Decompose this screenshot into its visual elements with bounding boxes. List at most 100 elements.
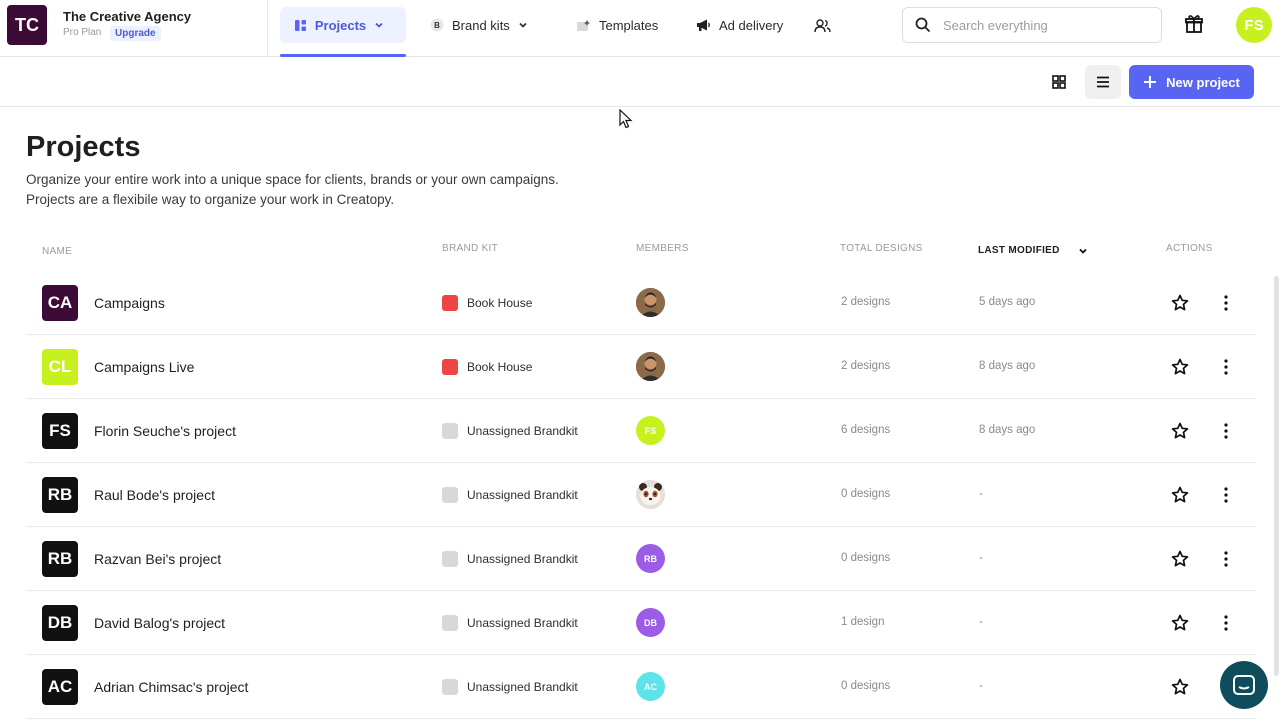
- projects-toolbar: New project: [0, 57, 1280, 107]
- member-avatar[interactable]: DB: [636, 608, 665, 637]
- brand-kit-swatch: [442, 615, 458, 631]
- new-project-button[interactable]: New project: [1129, 65, 1254, 99]
- organization-switcher[interactable]: TC The Creative Agency Pro Plan Upgrade: [0, 0, 268, 56]
- design-count: 2 designs: [841, 360, 891, 372]
- table-row[interactable]: CA Campaigns Book House 2 designs 5 days ago: [26, 271, 1256, 335]
- project-avatar: RB: [42, 541, 78, 577]
- project-avatar: AC: [42, 669, 78, 705]
- page-description: Organize your entire work into a unique …: [26, 170, 559, 210]
- brand-kit-name: Unassigned Brandkit: [467, 552, 578, 566]
- brand-kit-swatch: [442, 295, 458, 311]
- tab-projects-label: Projects: [314, 17, 367, 33]
- design-count: 6 designs: [841, 424, 891, 436]
- table-row[interactable]: AC Adrian Chimsac's project Unassigned Bra…: [26, 655, 1256, 719]
- design-count: 2 designs: [841, 296, 891, 308]
- last-modified: -: [979, 488, 983, 500]
- plan-label: Pro Plan: [63, 27, 102, 38]
- member-avatar[interactable]: [636, 352, 665, 381]
- tab-templates[interactable]: Templates: [576, 7, 658, 43]
- more-options-icon[interactable]: [1219, 550, 1233, 573]
- gift-icon[interactable]: [1184, 14, 1204, 39]
- more-options-icon[interactable]: [1219, 486, 1233, 509]
- more-options-icon[interactable]: [1219, 294, 1233, 317]
- project-avatar: RB: [42, 477, 78, 513]
- top-navigation-bar: TC The Creative Agency Pro Plan Upgrade …: [0, 0, 1280, 57]
- table-row[interactable]: FS Florin Seuche's project Unassigned Bran…: [26, 399, 1256, 463]
- table-row[interactable]: RB Razvan Bei's project Unassigned Brandki…: [26, 527, 1256, 591]
- list-view-button[interactable]: [1085, 65, 1121, 99]
- chat-support-button[interactable]: [1220, 661, 1268, 709]
- member-avatar[interactable]: AC: [636, 672, 665, 701]
- page-title: Projects: [26, 131, 141, 163]
- design-count: 1 design: [841, 616, 885, 628]
- design-count: 0 designs: [841, 680, 891, 692]
- search-icon: [915, 17, 931, 33]
- description-line: Organize your entire work into a unique …: [26, 172, 559, 187]
- chevron-down-icon: [375, 22, 383, 28]
- brand-kit-swatch: [442, 487, 458, 503]
- templates-icon: [577, 19, 590, 31]
- tab-brand-kits-label: Brand kits: [452, 17, 510, 33]
- grid-icon: [1052, 75, 1066, 89]
- project-name[interactable]: Adrian Chimsac's project: [94, 679, 248, 695]
- scrollbar[interactable]: [1274, 276, 1279, 676]
- last-modified: -: [979, 616, 983, 628]
- brand-kit-swatch: [442, 423, 458, 439]
- brand-kit-name: Unassigned Brandkit: [467, 680, 578, 694]
- tab-team[interactable]: [814, 7, 839, 43]
- star-icon[interactable]: [1171, 614, 1189, 637]
- search-input[interactable]: [943, 17, 1143, 33]
- member-avatar[interactable]: FS: [636, 416, 665, 445]
- more-options-icon[interactable]: [1219, 358, 1233, 381]
- user-avatar[interactable]: FS: [1236, 7, 1272, 43]
- last-modified: -: [979, 680, 983, 692]
- project-avatar: CL: [42, 349, 78, 385]
- description-line: Projects are a flexibile way to organize…: [26, 192, 395, 207]
- plus-icon: [1144, 76, 1157, 88]
- table-row[interactable]: RB Raul Bode's project Unassigned Brandkit…: [26, 463, 1256, 527]
- more-options-icon[interactable]: [1219, 422, 1233, 445]
- project-name[interactable]: David Balog's project: [94, 615, 225, 631]
- column-header-last-modified[interactable]: LAST MODIFIED: [978, 245, 1088, 256]
- project-name[interactable]: Razvan Bei's project: [94, 551, 221, 567]
- tab-projects[interactable]: Projects: [280, 7, 406, 43]
- member-avatar[interactable]: [636, 288, 665, 317]
- column-header-actions: ACTIONS: [1166, 243, 1213, 254]
- table-row[interactable]: DB David Balog's project Unassigned Brandk…: [26, 591, 1256, 655]
- table-row[interactable]: CL Campaigns Live Book House 2 designs 8 day…: [26, 335, 1256, 399]
- project-name[interactable]: Campaigns Live: [94, 359, 194, 375]
- star-icon[interactable]: [1171, 358, 1189, 381]
- column-header-brand-kit[interactable]: BRAND KIT: [442, 243, 498, 254]
- star-icon[interactable]: [1171, 422, 1189, 445]
- project-avatar: FS: [42, 413, 78, 449]
- design-count: 0 designs: [841, 552, 891, 564]
- last-modified: 8 days ago: [979, 360, 1036, 372]
- brand-kit-name: Unassigned Brandkit: [467, 424, 578, 438]
- star-icon[interactable]: [1171, 294, 1189, 317]
- member-avatar[interactable]: [636, 480, 665, 509]
- search-bar[interactable]: [902, 7, 1162, 43]
- project-name[interactable]: Raul Bode's project: [94, 487, 215, 503]
- star-icon[interactable]: [1171, 550, 1189, 573]
- mouse-cursor-icon: [619, 108, 633, 134]
- more-options-icon[interactable]: [1219, 614, 1233, 637]
- project-name[interactable]: Florin Seuche's project: [94, 423, 236, 439]
- last-modified: 5 days ago: [979, 296, 1036, 308]
- star-icon[interactable]: [1171, 678, 1189, 701]
- tab-ad-delivery[interactable]: Ad delivery: [696, 7, 783, 43]
- list-icon: [1097, 76, 1109, 88]
- projects-icon: [294, 19, 306, 31]
- tab-brand-kits[interactable]: B Brand kits: [430, 7, 536, 43]
- tab-templates-label: Templates: [599, 17, 659, 33]
- column-header-name[interactable]: NAME: [42, 246, 72, 257]
- grid-view-button[interactable]: [1041, 65, 1077, 99]
- upgrade-badge[interactable]: Upgrade: [110, 26, 161, 41]
- project-avatar: CA: [42, 285, 78, 321]
- brand-kit-name: Book House: [467, 360, 533, 374]
- project-name[interactable]: Campaigns: [94, 295, 165, 311]
- member-avatar[interactable]: RB: [636, 544, 665, 573]
- column-header-members: MEMBERS: [636, 243, 689, 254]
- star-icon[interactable]: [1171, 486, 1189, 509]
- column-header-total-designs[interactable]: TOTAL DESIGNS: [840, 243, 923, 254]
- brand-kit-swatch: [442, 679, 458, 695]
